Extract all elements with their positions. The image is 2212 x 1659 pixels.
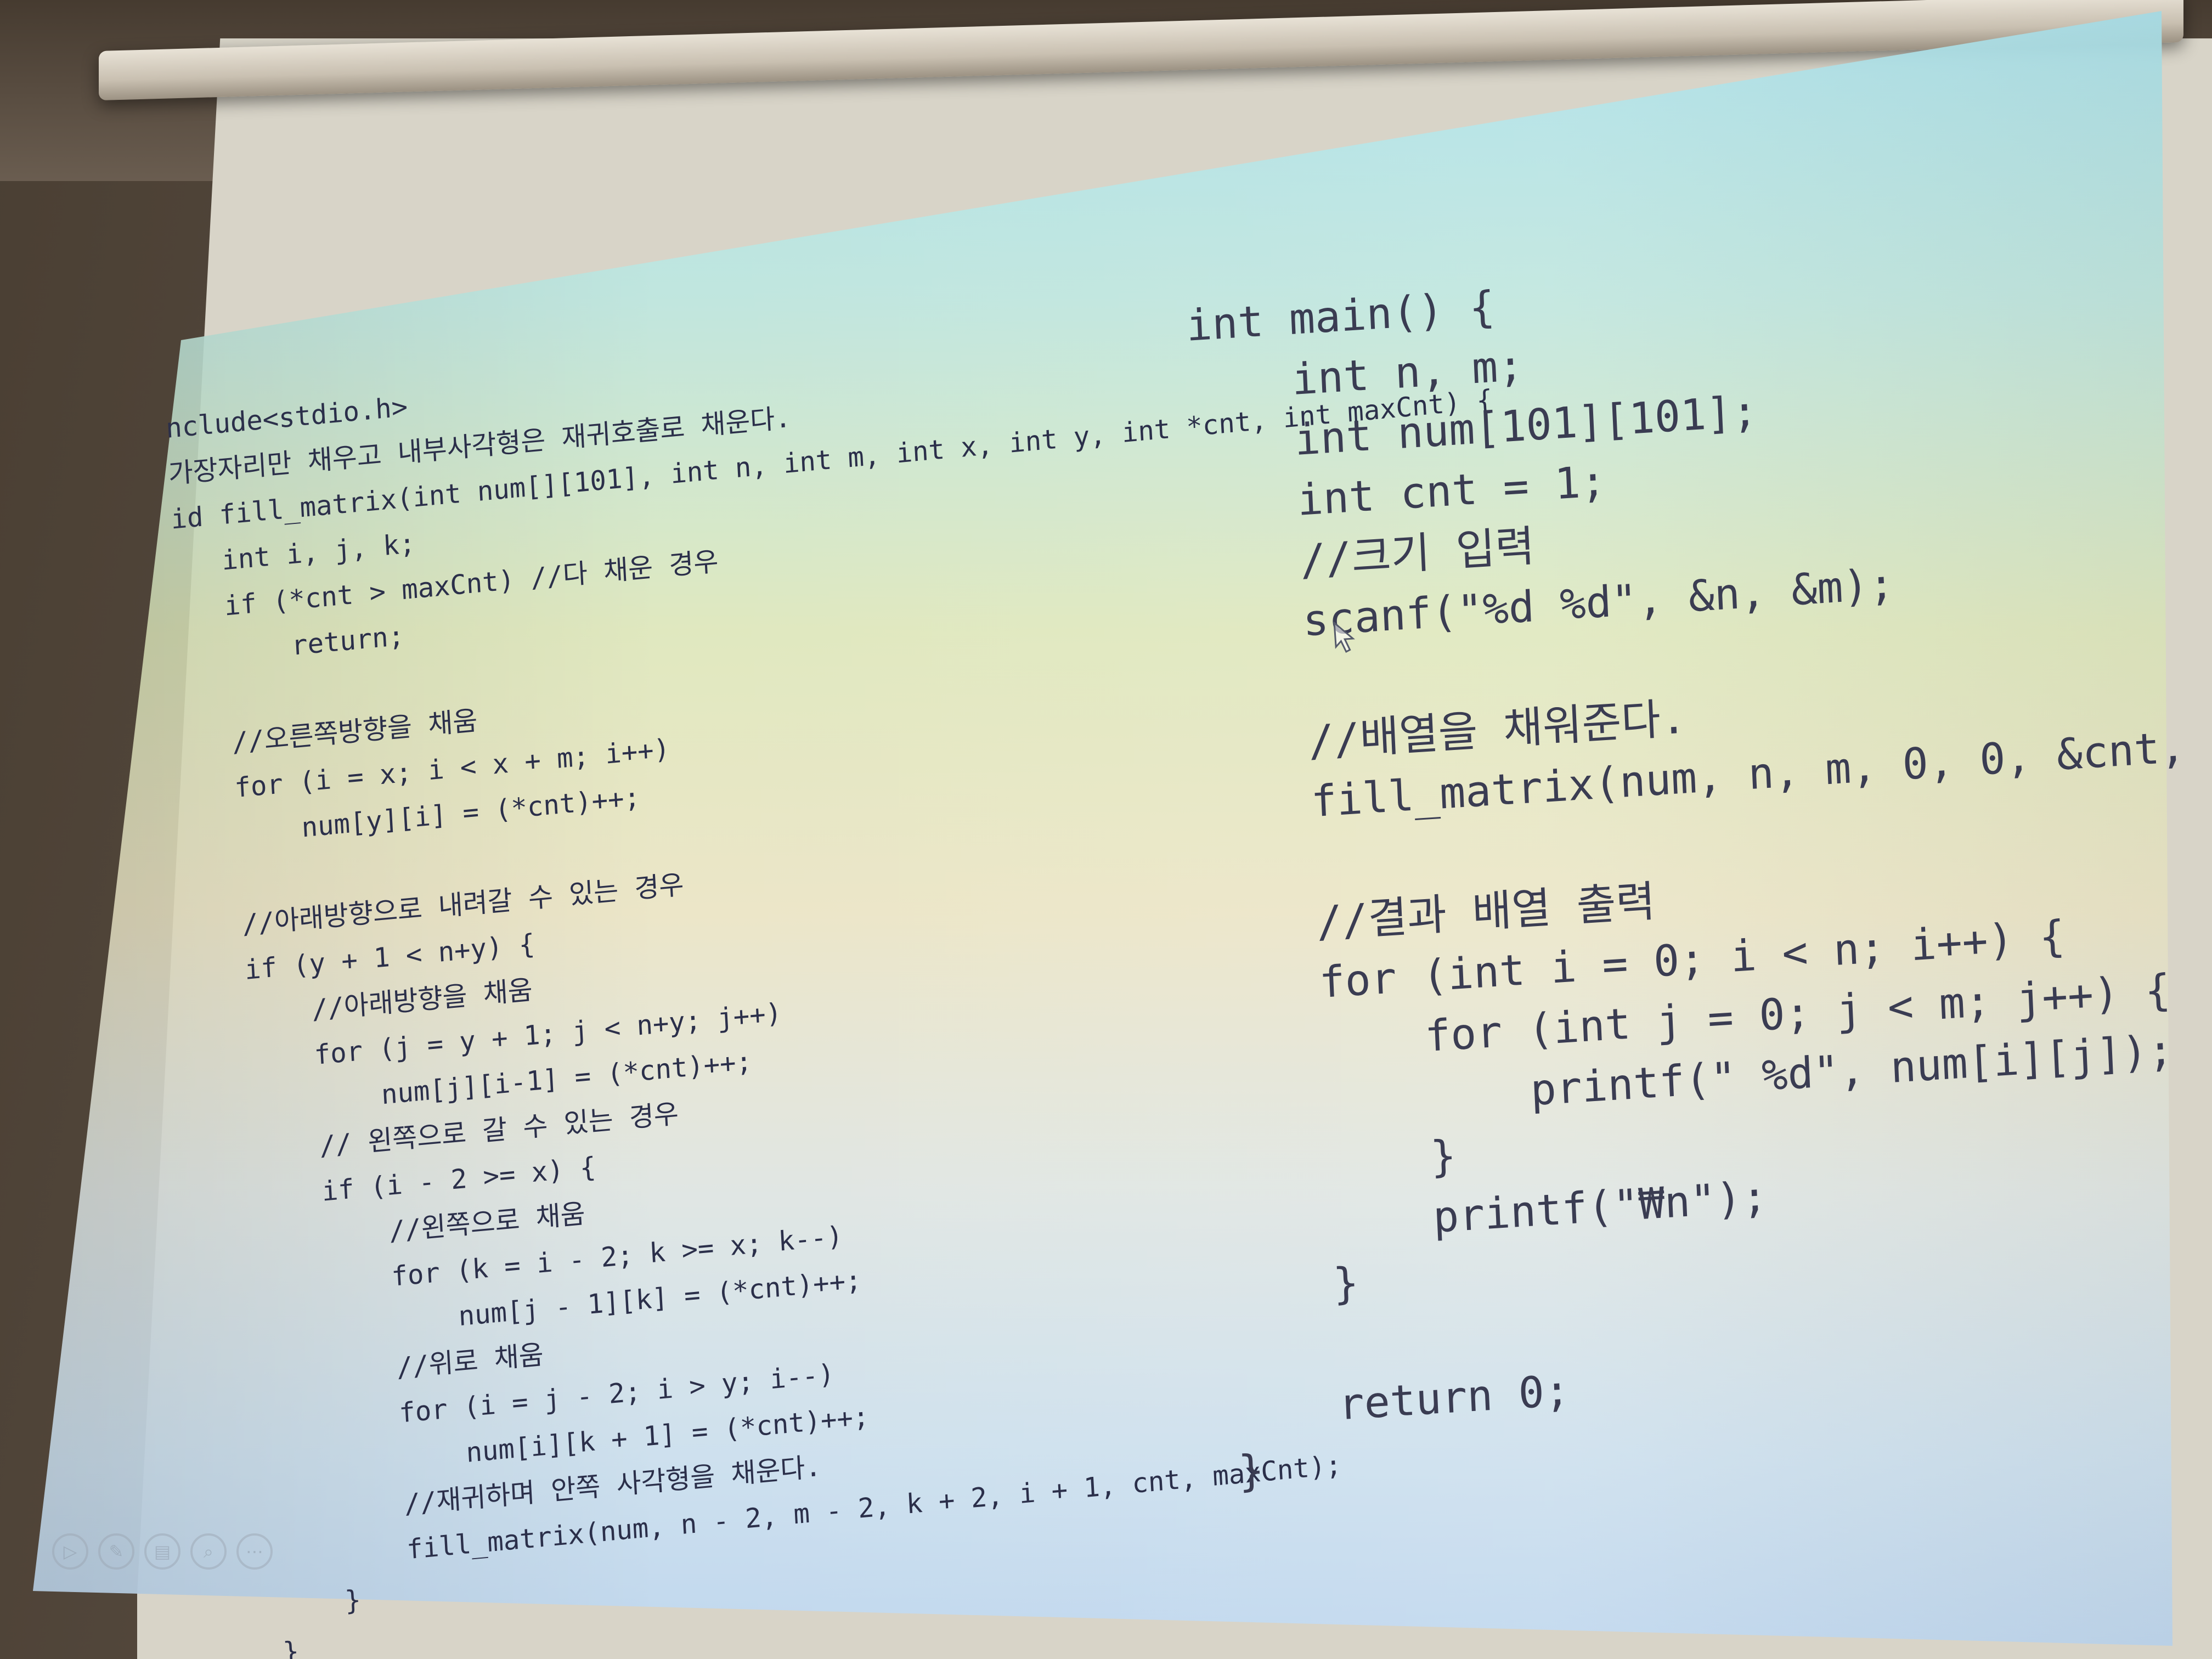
slides-icon[interactable]: ▤ — [144, 1533, 180, 1570]
play-icon[interactable]: ▷ — [52, 1533, 88, 1570]
mouse-pointer-icon — [1333, 620, 1355, 653]
lecture-room-photo: nclude<stdio.h> 가장자리만 채우고 내부사각형은 재귀호출로 채운… — [0, 0, 2212, 1659]
pen-icon[interactable]: ✎ — [98, 1533, 134, 1570]
more-icon[interactable]: ⋯ — [236, 1533, 273, 1570]
slideshow-toolbar: ▷ ✎ ▤ ⌕ ⋯ — [52, 1533, 273, 1570]
zoom-icon[interactable]: ⌕ — [190, 1533, 227, 1570]
main-function-code: int main() { int n, m; int num[101][101]… — [1185, 227, 2212, 1502]
